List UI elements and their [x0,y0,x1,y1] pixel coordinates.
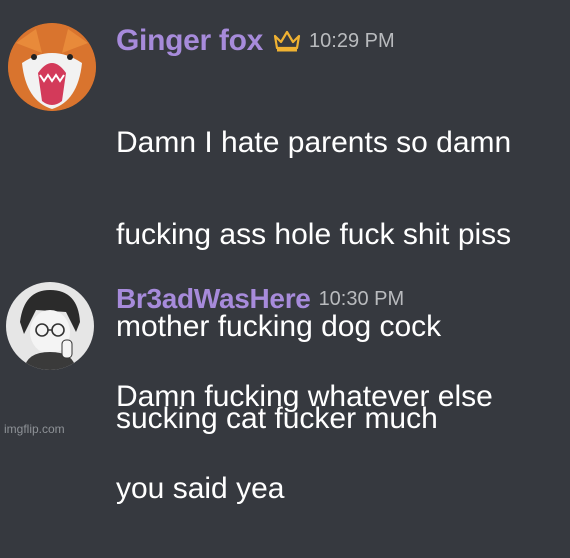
username[interactable]: Ginger fox [116,24,263,58]
timestamp: 10:29 PM [309,29,395,52]
message-line: Damn fucking whatever else [116,380,493,413]
username[interactable]: Br3adWasHere [116,283,311,315]
fox-avatar[interactable] [8,23,96,111]
crown-icon [273,30,301,52]
message-line: Damn I hate parents so damn [116,126,512,159]
message-text: Damn fucking whatever else you said yea [116,328,493,558]
message-line: fucking ass hole fuck shit piss [116,218,512,251]
message-line: you said yea [116,472,285,505]
watermark: imgflip.com [4,422,65,436]
timestamp: 10:30 PM [318,287,405,310]
user-avatar[interactable] [6,282,94,370]
